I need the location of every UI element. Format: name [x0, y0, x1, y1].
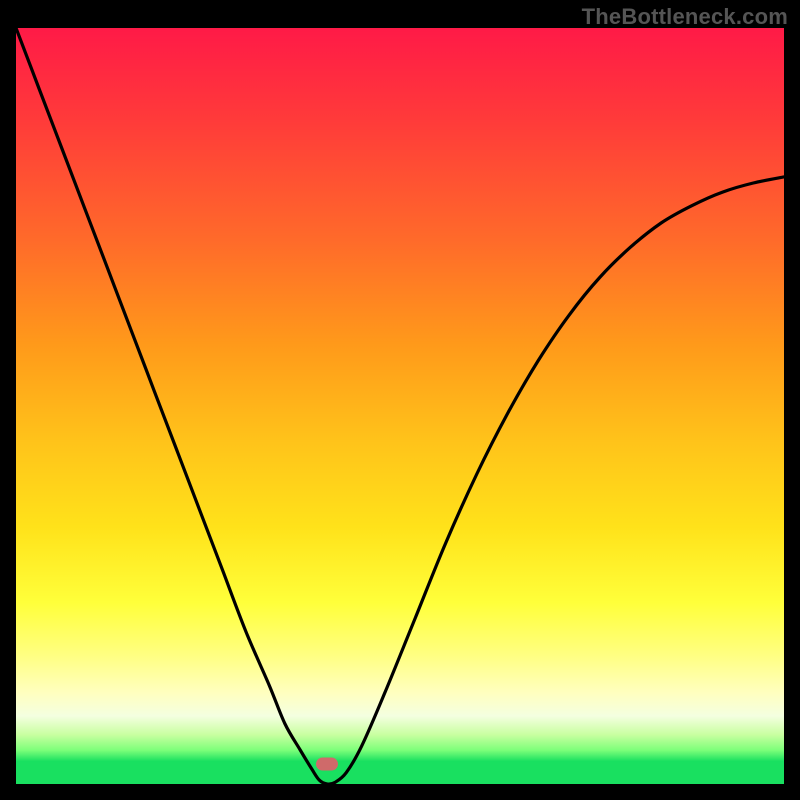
plot-area: [16, 28, 784, 784]
bottleneck-curve: [16, 28, 784, 784]
watermark-text: TheBottleneck.com: [582, 4, 788, 30]
optimum-marker: [316, 757, 338, 770]
chart-frame: TheBottleneck.com: [0, 0, 800, 800]
